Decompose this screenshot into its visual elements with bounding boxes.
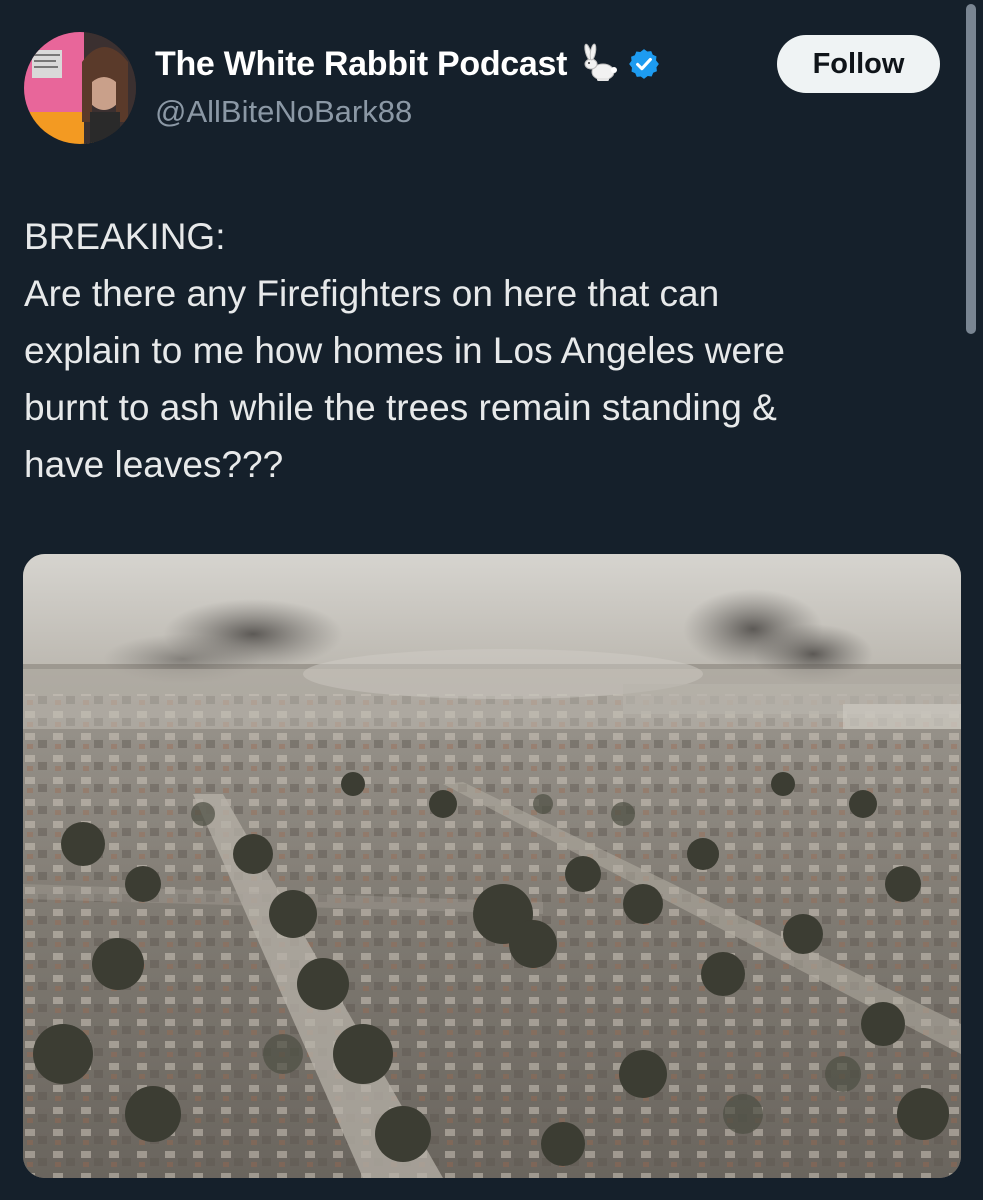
tweet-line: explain to me how homes in Los Angeles w…	[24, 330, 785, 371]
tweet-line: BREAKING:	[24, 216, 226, 257]
tweet-text: BREAKING: Are there any Firefighters on …	[24, 208, 944, 493]
scrollbar-thumb[interactable]	[966, 4, 976, 334]
rabbit-icon	[577, 42, 621, 86]
verified-badge-icon	[627, 47, 661, 81]
tweet-line: burnt to ash while the trees remain stan…	[24, 387, 777, 428]
avatar-image	[24, 32, 136, 144]
tweet-line: have leaves???	[24, 444, 284, 485]
follow-button[interactable]: Follow	[777, 35, 940, 93]
author-display-name[interactable]: The White Rabbit Podcast	[155, 45, 567, 84]
tweet-media-photo[interactable]	[23, 554, 961, 1178]
author-avatar[interactable]	[24, 32, 136, 144]
tweet-view: The White Rabbit Podcast @AllBiteNoBark8…	[0, 0, 983, 1200]
author-name-row[interactable]: The White Rabbit Podcast	[155, 42, 661, 86]
aerial-fire-photo	[23, 554, 961, 1178]
tweet-line: Are there any Firefighters on here that …	[24, 273, 720, 314]
author-handle[interactable]: @AllBiteNoBark88	[155, 94, 412, 130]
